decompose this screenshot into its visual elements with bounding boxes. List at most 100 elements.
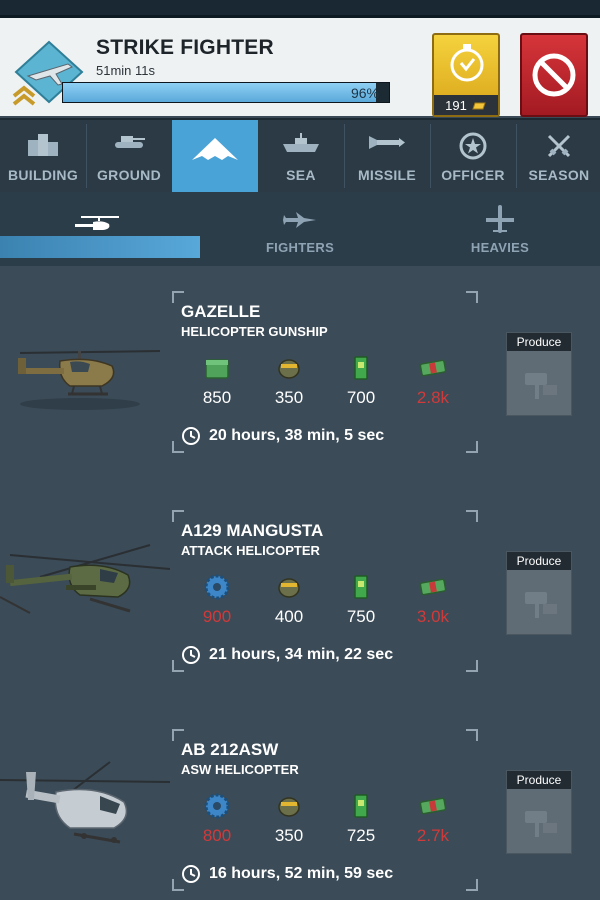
cancel-production-button[interactable] [520,33,588,117]
resource-fuel: 350 [253,792,325,846]
build-time-text: 20 hours, 38 min, 5 sec [209,427,385,444]
produce-label: Produce [507,552,571,570]
produce-button[interactable]: Produce [506,332,572,416]
tab-missile[interactable]: MISSILE [344,120,430,192]
clock-icon [182,427,200,445]
fuel-icon [278,797,300,817]
unit-name: AB 212ASW [181,740,279,759]
tab-ground[interactable]: GROUND [86,120,172,192]
resource-value: 3.0k [416,607,450,626]
tab-officer[interactable]: OFFICER [430,120,516,192]
unit-card-a129-mangusta: A129 MANGUSTA ATTACK HELICOPTER 900 400 … [0,485,600,704]
tab-sea[interactable]: SEA [258,120,344,192]
resource-ammo: 850 [181,354,253,408]
crossed-swords-icon [547,134,571,158]
build-hammer-icon [525,373,557,399]
fuel-icon [278,578,300,598]
ab212-helicopter-image [0,761,170,844]
build-hammer-icon [525,592,557,618]
progress-label: 96% [350,85,379,101]
resource-value: 900 [202,607,232,626]
tab-officer-label: OFFICER [441,167,505,183]
gazelle-helicopter-image [18,350,161,410]
category-tab-bar: BUILDING GROUND SEA MISSILE OFFICER SEAS… [0,118,600,192]
resource-chip: 700 [325,354,397,408]
tab-helicopters[interactable] [0,192,200,266]
tank-icon [115,136,145,148]
tab-season[interactable]: SEASON [516,120,600,192]
speed-up-cost: 191 [434,95,498,115]
build-time-text: 21 hours, 34 min, 22 sec [209,646,394,663]
resource-value: 400 [274,607,304,626]
production-progress-bar: 96% [62,82,390,103]
tab-heavies-label: HEAVIES [470,240,530,255]
resource-value: 850 [202,388,232,407]
produce-label: Produce [507,771,571,789]
gear-icon [204,574,230,600]
resource-cash: 3.0k [397,573,469,627]
tab-heavies[interactable]: HEAVIES [400,192,600,266]
gear-icon [204,793,230,819]
air-subcategory-bar: FIGHTERS HEAVIES [0,192,600,266]
unit-name: A129 MANGUSTA [181,521,324,540]
fighter-jet-icon [283,212,316,228]
build-time-text: 16 hours, 52 min, 59 sec [209,865,394,882]
speed-up-cost-value: 191 [445,97,467,113]
resource-value: 800 [202,826,232,845]
build-time: 21 hours, 34 min, 22 sec [181,645,393,665]
produce-button[interactable]: Produce [506,770,572,854]
active-tab-indicator [0,236,200,258]
resource-value: 2.8k [416,388,450,407]
circuit-chip-icon [354,356,368,380]
tab-fighters[interactable]: FIGHTERS [200,192,400,266]
unit-type: HELICOPTER GUNSHIP [181,324,328,339]
unit-list: GAZELLE HELICOPTER GUNSHIP 850 350 700 2… [0,266,600,900]
time-remaining: 51min 11s [96,63,156,78]
cash-icon [419,359,447,377]
resource-value: 2.7k [416,826,450,845]
build-time: 16 hours, 52 min, 59 sec [181,864,393,884]
resource-gear: 900 [181,573,253,627]
fuel-icon [278,359,300,379]
tab-ground-label: GROUND [96,167,162,183]
missile-icon [369,136,405,149]
cancel-icon [532,53,576,97]
build-time: 20 hours, 38 min, 5 sec [181,426,384,446]
heavy-plane-icon [486,205,514,233]
unit-card-ab-212asw: AB 212ASW ASW HELICOPTER 800 350 725 2.7… [0,704,600,900]
cash-icon [419,797,447,815]
cash-icon [419,578,447,596]
tab-building-label: BUILDING [7,167,79,183]
tab-building[interactable]: BUILDING [0,120,86,192]
resource-cash: 2.8k [397,354,469,408]
circuit-chip-icon [354,794,368,818]
stealth-bomber-icon [192,138,238,160]
top-status-strip [0,0,600,18]
speed-up-button[interactable]: 191 [432,33,500,117]
produce-button[interactable]: Produce [506,551,572,635]
tab-sea-label: SEA [286,167,316,183]
resource-value: 700 [346,388,376,407]
star-badge-icon [459,132,487,160]
circuit-chip-icon [354,575,368,599]
tab-season-label: SEASON [528,167,590,183]
resource-fuel: 350 [253,354,325,408]
resource-value: 350 [274,826,304,845]
ship-icon [283,133,319,152]
resource-cash: 2.7k [397,792,469,846]
production-header: STRIKE FIGHTER 51min 11s 96% 191 [0,18,600,117]
production-title: STRIKE FIGHTER [96,36,274,59]
unit-type: ASW HELICOPTER [181,762,299,777]
produce-label: Produce [507,333,571,351]
unit-name: GAZELLE [181,302,261,321]
building-icon [28,134,58,156]
resource-fuel: 400 [253,573,325,627]
clock-icon [182,865,200,883]
resource-value: 350 [274,388,304,407]
ammo-crate-icon [205,359,229,379]
helicopter-icon [75,216,119,230]
tab-air[interactable] [172,120,258,192]
resource-value: 725 [346,826,376,845]
progress-fill [63,83,376,102]
clock-icon [182,646,200,664]
